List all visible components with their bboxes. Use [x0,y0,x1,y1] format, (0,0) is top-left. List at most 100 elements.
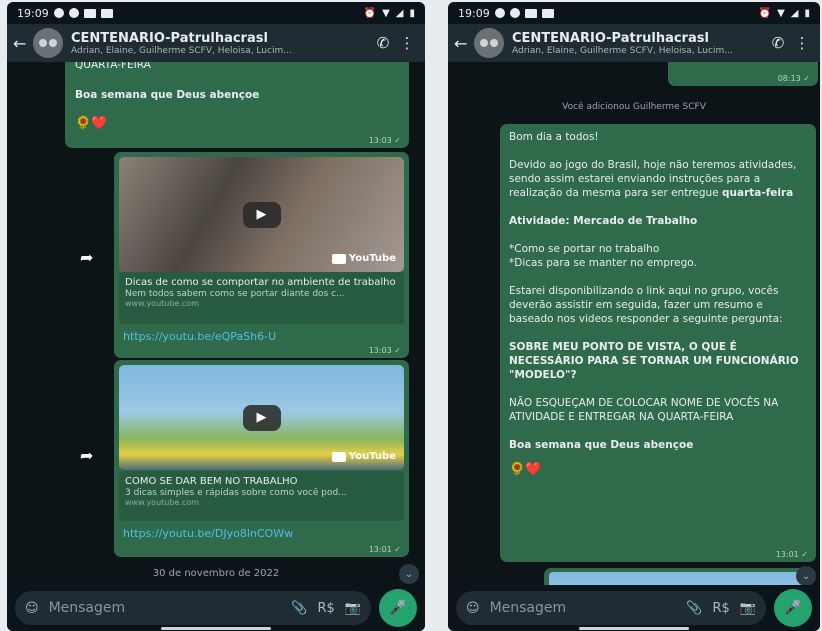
message-blessing: Boa semana que Deus abençoe [509,439,694,451]
chat-area[interactable]: 08:13 ✓ Você adicionou Guilherme SCFV Bo… [448,62,820,585]
message-bubble[interactable]: 08:13 ✓ [668,62,818,86]
input-bar: ☺ Mensagem 📎 R$ 📷 🎤 [448,585,820,631]
message-bullet: *Dicas para se manter no emprego. [509,257,697,269]
preview-title: Dicas de como se comportar no ambiente d… [125,277,396,288]
message-notification-icon [524,8,537,18]
app-notification-icon [541,8,554,18]
message-bubble[interactable] [544,568,806,585]
input-placeholder[interactable]: Mensagem [49,600,282,616]
phone-screenshot-left: 19:09 ⏰ ▼ ◢ ▮ ← CENTENARIO-Patrulhacrasl… [7,2,425,631]
preview-domain: www.youtube.com [125,299,199,308]
message-note: NÃO ESQUEÇAM DE COLOCAR NOME DE VOCÊS NA… [509,397,779,423]
payment-icon[interactable]: R$ [713,601,730,616]
nav-gesture-bar [579,627,689,630]
payment-icon[interactable]: R$ [318,601,335,616]
video-thumbnail[interactable] [549,572,801,585]
message-paragraph: Devido ao jogo do Brasil, hoje não terem… [509,159,797,199]
camera-icon[interactable]: 📷 [345,601,361,616]
message-blessing: Boa semana que Deus abençoe [75,89,260,101]
wifi-icon: ▼ [777,7,785,19]
message-time: 08:13 ✓ [777,74,810,83]
add-call-icon[interactable]: ✆ [371,34,395,52]
group-avatar-icon[interactable] [33,28,63,58]
message-input[interactable]: ☺ Mensagem 📎 R$ 📷 [456,591,766,625]
link-preview[interactable]: Dicas de como se comportar no ambiente d… [119,272,404,324]
preview-description: 3 dicas simples e rápidas sobre como voc… [125,488,347,498]
status-bar: 19:09 ⏰ ▼ ◢ ▮ [7,2,425,24]
video-link-bubble[interactable]: ▶ YouTube COMO SE DAR BEM NO TRABALHO 3 … [114,360,409,557]
battery-icon: ▮ [804,7,810,19]
message-notification-icon [83,8,96,18]
emoji-icon[interactable]: ☺ [466,601,480,616]
group-members: Adrian, Elaine, Guilherme SCFV, Heloisa,… [71,45,292,56]
group-members: Adrian, Elaine, Guilherme SCFV, Heloisa,… [512,45,733,56]
message-time: 13:03 ✓ [368,136,401,145]
message-emoji: 🌻❤️ [75,116,108,131]
video-link[interactable]: https://youtu.be/DJyo8lnCOWw [123,527,293,540]
signal-icon: ◢ [395,7,404,19]
scroll-down-icon[interactable]: ⌄ [796,566,816,585]
video-link[interactable]: https://youtu.be/eQPaSh6-U [123,330,276,343]
forward-icon[interactable]: ➦ [80,446,93,465]
mic-icon[interactable]: 🎤 [774,589,812,627]
message-bubble[interactable]: QUARTA-FEIRA Boa semana que Deus abençoe… [65,62,409,148]
message-question: SOBRE MEU PONTO DE VISTA, O QUE É NECESS… [509,341,799,381]
message-emoji: 🌻❤️ [509,462,542,477]
message-bubble[interactable]: Bom dia a todos! Devido ao jogo do Brasi… [500,124,816,562]
message-paragraph: Estarei disponibilizando o link aqui no … [509,285,783,325]
youtube-icon: YouTube [331,451,396,462]
app-notification-icon [100,8,113,18]
chat-area[interactable]: QUARTA-FEIRA Boa semana que Deus abençoe… [7,62,425,585]
back-arrow-icon[interactable]: ← [454,34,470,53]
message-body: Bom dia a todos! Devido ao jogo do Brasi… [509,130,807,477]
camera-icon[interactable]: 📷 [740,601,756,616]
whatsapp-notification-icon [68,8,79,18]
message-time: 13:03 ✓ [368,346,401,355]
chat-title[interactable]: CENTENARIO-Patrulhacrasl Adrian, Elaine,… [71,31,371,56]
preview-domain: www.youtube.com [125,498,199,507]
add-call-icon[interactable]: ✆ [766,34,790,52]
message-greeting: Bom dia a todos! [509,131,599,143]
status-time: 19:09 [17,6,49,20]
message-cut-line: QUARTA-FEIRA [75,62,151,71]
back-arrow-icon[interactable]: ← [13,34,29,53]
alarm-icon: ⏰ [758,7,772,19]
forward-icon[interactable]: ➦ [80,248,93,267]
message-input[interactable]: ☺ Mensagem 📎 R$ 📷 [15,591,371,625]
attach-icon[interactable]: 📎 [291,601,307,616]
link-preview[interactable]: COMO SE DAR BEM NO TRABALHO 3 dicas simp… [119,471,404,521]
message-time: 13:01 ✓ [368,545,401,554]
input-bar: ☺ Mensagem 📎 R$ 📷 🎤 [7,585,425,631]
mic-icon[interactable]: 🎤 [379,589,417,627]
notification-icon [509,8,520,18]
date-chip: 30 de novembro de 2022 [152,568,280,579]
preview-description: Nem todos sabem como se portar diante do… [125,289,345,299]
emoji-icon[interactable]: ☺ [25,601,39,616]
play-icon[interactable]: ▶ [242,404,281,431]
notification-icon [53,8,64,18]
status-bar: 19:09 ⏰ ▼ ◢ ▮ [448,2,820,24]
video-thumbnail[interactable]: ▶ YouTube [119,365,404,470]
group-avatar-icon[interactable] [474,28,504,58]
play-icon[interactable]: ▶ [242,201,281,228]
chat-header: ← CENTENARIO-Patrulhacrasl Adrian, Elain… [448,24,820,62]
whatsapp-notification-icon [494,8,505,18]
wifi-icon: ▼ [382,7,390,19]
nav-gesture-bar [161,627,271,630]
phone-screenshot-right: 19:09 ⏰ ▼ ◢ ▮ ← CENTENARIO-Patrulhacrasl… [448,2,820,631]
chat-title[interactable]: CENTENARIO-Patrulhacrasl Adrian, Elaine,… [512,31,766,56]
scroll-down-icon[interactable]: ⌄ [399,564,419,584]
input-placeholder[interactable]: Mensagem [490,600,677,616]
video-link-bubble[interactable]: ▶ YouTube Dicas de como se comportar no … [114,152,409,358]
system-message: Você adicionou Guilherme SCFV [562,102,706,112]
battery-icon: ▮ [409,7,415,19]
video-thumbnail[interactable]: ▶ YouTube [119,157,404,272]
chat-header: ← CENTENARIO-Patrulhacrasl Adrian, Elain… [7,24,425,62]
attach-icon[interactable]: 📎 [686,601,702,616]
group-name: CENTENARIO-Patrulhacrasl [71,30,268,46]
youtube-icon: YouTube [331,253,396,264]
more-vert-icon[interactable]: ⋮ [790,34,814,52]
alarm-icon: ⏰ [363,7,377,19]
status-time: 19:09 [458,6,490,20]
more-vert-icon[interactable]: ⋮ [395,34,419,52]
